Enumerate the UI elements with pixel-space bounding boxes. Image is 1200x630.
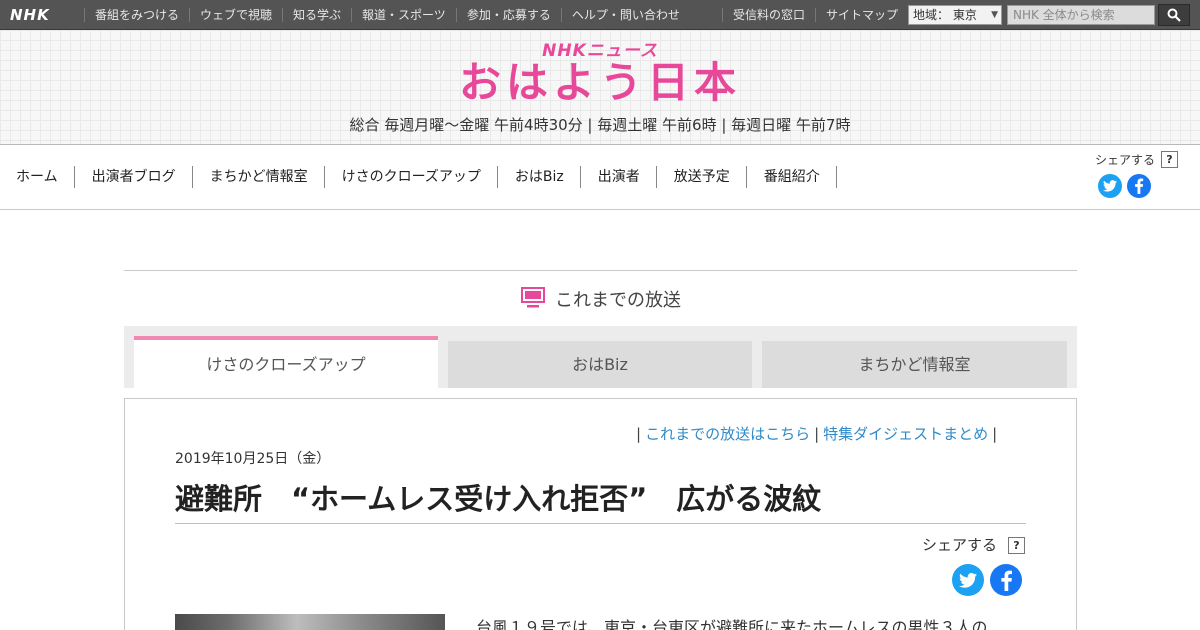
program-nav-closeup[interactable]: けさのクローズアップ [325,166,498,188]
program-title[interactable]: おはよう日本 [0,58,1200,108]
facebook-icon [1000,570,1012,591]
tab-machikado[interactable]: まちかど情報室 [762,341,1067,388]
section-title: これまでの放送 [555,290,681,311]
facebook-share-button-article[interactable] [990,564,1022,596]
article-photo [175,614,445,630]
program-header: NHKニュース おはよう日本 総合 毎週月曜～金曜 午前4時30分 | 毎週土曜… [0,30,1200,145]
global-nav-news-sports[interactable]: 報道・スポーツ [351,8,456,22]
article-title: 避難所 “ホームレス受け入れ拒否” 広がる波紋 [175,476,1026,524]
article-date: 2019年10月25日（金） [175,451,331,467]
program-nav-schedule[interactable]: 放送予定 [657,166,747,188]
facebook-share-button[interactable] [1127,174,1151,198]
section-heading: これまでの放送 [0,285,1200,311]
chevron-down-icon: ▼ [991,10,998,20]
nhk-logo[interactable]: NHK [10,6,50,24]
global-nav-receiving-fee[interactable]: 受信料の窓口 [722,8,815,22]
twitter-share-button-article[interactable] [952,564,984,596]
archive-links: | これまでの放送はこちら | 特集ダイジェストまとめ | [632,423,1001,444]
program-nav-about[interactable]: 番組紹介 [747,166,837,188]
program-nav-home[interactable]: ホーム [0,166,75,188]
share-label: シェアする [1095,153,1156,167]
program-nav-cast[interactable]: 出演者 [581,166,657,188]
share-label: シェアする [922,536,998,554]
share-help-button[interactable]: ? [1161,151,1178,168]
search-input[interactable]: NHK 全体から検索 [1007,5,1155,25]
global-nav-learn[interactable]: 知る学ぶ [282,8,351,22]
link-past-broadcasts[interactable]: これまでの放送はこちら [645,425,810,443]
link-digest-summary[interactable]: 特集ダイジェストまとめ [823,425,988,443]
twitter-icon [1103,180,1117,192]
link-separator: | [992,425,998,443]
tv-icon [521,287,545,308]
global-nav-participate[interactable]: 参加・応募する [455,8,561,22]
tab-closeup[interactable]: けさのクローズアップ [134,336,438,389]
share-box-top: シェアする ? [1095,151,1178,168]
global-nav-sitemap[interactable]: サイトマップ [815,8,908,22]
share-help-button[interactable]: ? [1008,537,1025,554]
global-nav-bar: NHK 番組をみつける ウェブで視聴 知る学ぶ 報道・スポーツ 参加・応募する … [0,0,1200,30]
program-nav-machikado[interactable]: まちかど情報室 [193,166,325,188]
program-nav-ohabiz[interactable]: おはBiz [498,166,581,188]
global-nav: 番組をみつける ウェブで視聴 知る学ぶ 報道・スポーツ 参加・応募する ヘルプ・… [84,0,690,30]
share-box-article: シェアする ? [922,534,1025,555]
article-body: 台風１９号では、東京・台東区が避難所に来たホームレスの男性３人の [476,618,988,630]
tab-ohabiz[interactable]: おはBiz [448,341,752,388]
program-nav-blog[interactable]: 出演者ブログ [75,166,193,188]
twitter-icon [959,572,977,588]
broadcast-schedule: 総合 毎週月曜～金曜 午前4時30分 | 毎週土曜 午前6時 | 毎週日曜 午前… [349,116,851,134]
search-icon [1167,8,1181,22]
facebook-icon [1135,178,1144,194]
region-select-value: 地域： 東京 [913,8,977,22]
section-divider [124,270,1077,271]
region-select[interactable]: 地域： 東京 ▼ [908,5,1002,25]
twitter-share-button[interactable] [1098,174,1122,198]
program-nav: ホーム 出演者ブログ まちかど情報室 けさのクローズアップ おはBiz 出演者 … [0,145,1200,210]
link-separator: | [636,425,642,443]
link-separator: | [814,425,820,443]
global-nav-watch-web[interactable]: ウェブで視聴 [189,8,282,22]
global-nav-help[interactable]: ヘルプ・問い合わせ [560,8,690,22]
global-nav-find-programs[interactable]: 番組をみつける [84,8,189,22]
search-button[interactable] [1158,4,1190,26]
global-right-nav: 受信料の窓口 サイトマップ [722,0,908,30]
